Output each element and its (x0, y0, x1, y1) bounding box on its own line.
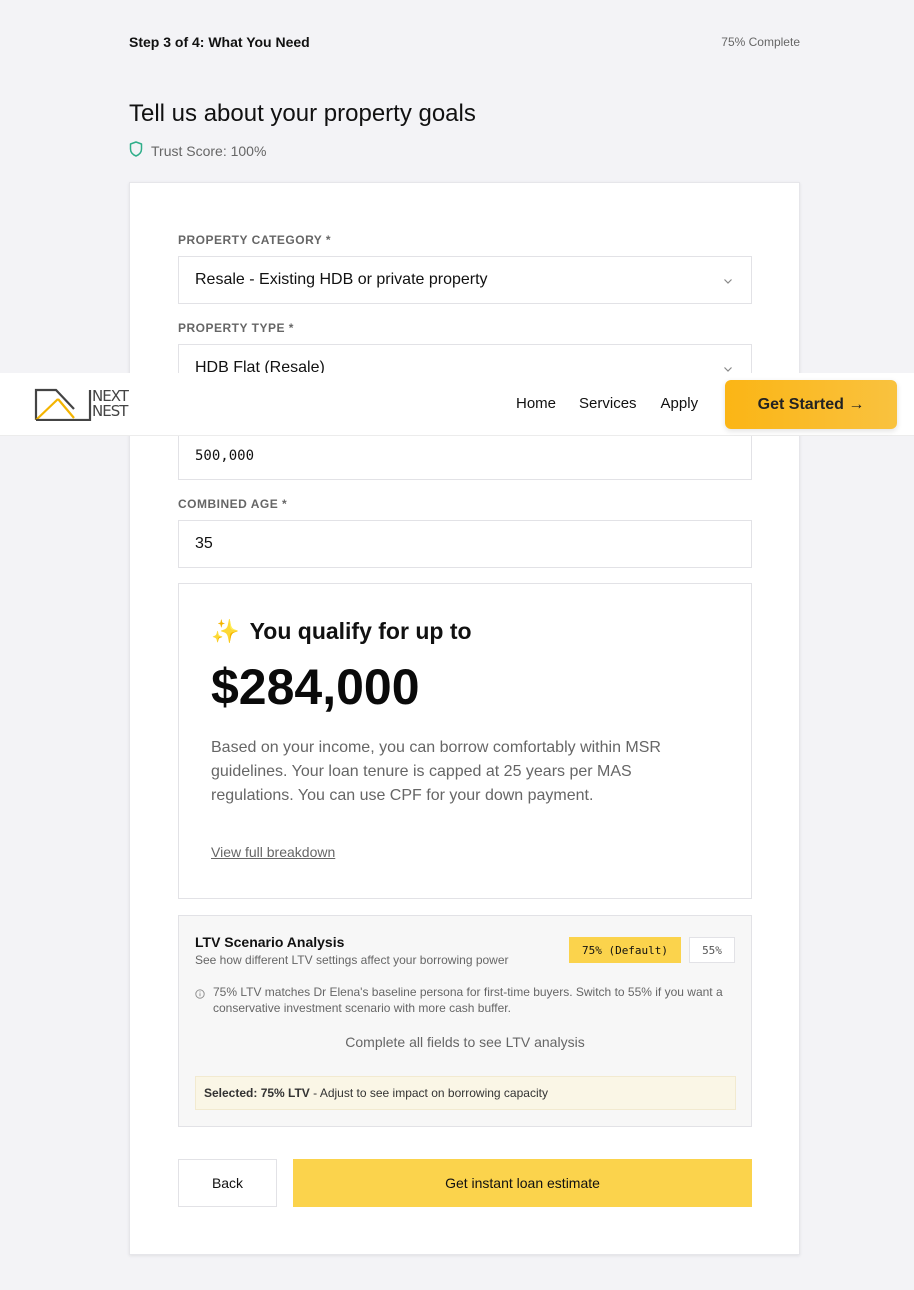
property-type-label: PROPERTY TYPE * (178, 321, 294, 335)
nav-link-apply[interactable]: Apply (661, 395, 699, 412)
property-category-select[interactable]: Resale - Existing HDB or private propert… (178, 256, 752, 304)
logo-line-2: NEST (92, 402, 128, 420)
ltv-selected-value: Selected: 75% LTV (204, 1086, 310, 1100)
progress-header: Step 3 of 4: What You Need 75% Complete (129, 34, 800, 50)
top-navbar: NEXT NEST Home Services Apply Get Starte… (0, 373, 914, 436)
property-category-label: PROPERTY CATEGORY * (178, 233, 332, 247)
combined-age-value: 35 (195, 535, 213, 552)
combined-age-label: COMBINED AGE * (178, 497, 288, 511)
sparkles-icon: ✨ (211, 618, 240, 644)
qualification-result: ✨ You qualify for up to $284,000 Based o… (178, 583, 752, 899)
step-label: Step 3 of 4: What You Need (129, 34, 310, 50)
ltv-subtitle: See how different LTV settings affect yo… (195, 953, 509, 967)
qualify-description: Based on your income, you can borrow com… (211, 739, 661, 804)
nextnest-logo[interactable]: NEXT NEST (34, 387, 129, 421)
ltv-option-75[interactable]: 75% (Default) (569, 937, 681, 963)
qualify-heading-text: You qualify for up to (249, 618, 472, 644)
price-input[interactable]: 500,000 (178, 432, 752, 480)
ltv-selected-hint: - Adjust to see impact on borrowing capa… (309, 1086, 548, 1100)
ltv-note-text: 75% LTV matches Dr Elena's baseline pers… (213, 985, 723, 1015)
page-title: Tell us about your property goals (129, 100, 476, 127)
ltv-note: 75% LTV matches Dr Elena's baseline pers… (195, 984, 735, 1016)
ltv-selected-banner: Selected: 75% LTV - Adjust to see impact… (195, 1076, 736, 1110)
combined-age-input[interactable]: 35 (178, 520, 752, 568)
property-category-value: Resale - Existing HDB or private propert… (195, 271, 488, 288)
ltv-option-55[interactable]: 55% (689, 937, 735, 963)
ltv-empty-message: Complete all fields to see LTV analysis (345, 1034, 585, 1050)
trust-score: Trust Score: 100% (129, 141, 266, 160)
qualify-amount: $284,000 (211, 659, 420, 715)
logo-mark-icon (34, 388, 92, 421)
get-started-button[interactable]: Get Started → (725, 380, 897, 429)
view-breakdown-link[interactable]: View full breakdown (211, 844, 335, 860)
progress-percent-label: 75% Complete (721, 35, 800, 49)
form-card: PROPERTY CATEGORY * Resale - Existing HD… (129, 182, 800, 1255)
nav-link-home[interactable]: Home (516, 395, 556, 412)
ltv-scenario-panel: LTV Scenario Analysis See how different … (178, 915, 752, 1127)
nav-link-services[interactable]: Services (579, 395, 637, 412)
back-button[interactable]: Back (178, 1159, 277, 1207)
price-value: 500,000 (195, 448, 255, 464)
chevron-down-icon (723, 273, 733, 291)
trust-score-label: Trust Score: 100% (151, 142, 267, 159)
get-estimate-button[interactable]: Get instant loan estimate (293, 1159, 752, 1207)
nav-links: Home Services Apply (516, 395, 698, 412)
info-icon (195, 987, 205, 1016)
ltv-title: LTV Scenario Analysis (195, 934, 345, 950)
qualify-heading: ✨ You qualify for up to (211, 618, 472, 645)
shield-icon (129, 141, 143, 160)
logo-wordmark: NEXT NEST (92, 389, 129, 420)
